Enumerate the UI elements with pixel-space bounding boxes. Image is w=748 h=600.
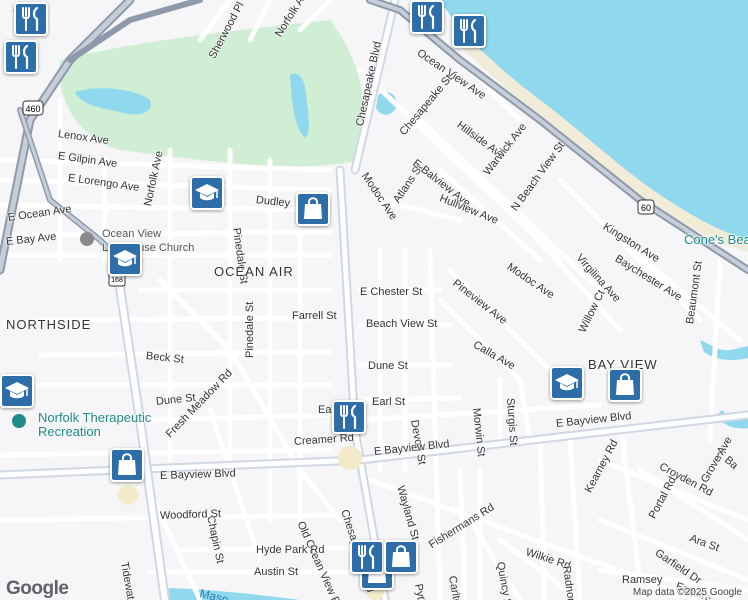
shopping-icon [302, 197, 324, 221]
shopping-icon [116, 453, 138, 477]
google-logo: Google [6, 578, 69, 599]
shopping-marker[interactable] [110, 448, 144, 482]
neighborhood-ocean-air: OCEAN AIR [214, 264, 294, 279]
restaurant-marker[interactable] [332, 400, 366, 434]
school-icon [4, 380, 30, 402]
street-label: Woodford St [159, 507, 222, 522]
restaurant-icon [458, 19, 480, 43]
school-icon [194, 182, 220, 204]
street-label: Austin St [254, 566, 299, 578]
school-marker[interactable] [190, 176, 224, 210]
restaurant-marker[interactable] [4, 40, 38, 74]
mason-creek [160, 588, 300, 600]
shopping-marker[interactable] [384, 540, 418, 574]
restaurant-marker[interactable] [410, 0, 444, 34]
street-label: Earl St [372, 396, 406, 408]
street-label: Beach View St [366, 318, 438, 330]
us-route-shield: 460 [22, 100, 44, 116]
recreation-icon[interactable] [12, 414, 26, 428]
street-label: Farrell St [292, 310, 337, 322]
us460-number: 460 [25, 104, 40, 114]
us60-number: 60 [641, 203, 651, 213]
shopping-marker[interactable] [296, 192, 330, 226]
restaurant-icon [356, 545, 378, 569]
church-icon[interactable] [80, 232, 94, 246]
shopping-icon [390, 545, 412, 569]
map-base-layer [0, 0, 748, 600]
map-attribution[interactable]: Map data ©2025 Google [630, 587, 744, 598]
restaurant-icon [338, 405, 360, 429]
restaurant-icon [20, 7, 42, 31]
restaurant-icon [10, 45, 32, 69]
map-canvas[interactable]: Sherwood Pl Norfolk Ave Chesapeake Blvd … [0, 0, 748, 600]
poi-recreation-name[interactable]: Norfolk Therapeutic [38, 410, 151, 425]
shopping-marker[interactable] [608, 368, 642, 402]
poi-beach-name[interactable]: Cone's Bea [684, 232, 748, 247]
school-icon [554, 372, 580, 394]
restaurant-icon [416, 5, 438, 29]
school-marker[interactable] [0, 374, 34, 408]
poi-church-name[interactable]: Ocean View [102, 228, 161, 240]
r168-number: 168 [111, 277, 123, 284]
restaurant-marker[interactable] [14, 2, 48, 36]
poi-recreation-name[interactable]: Recreation [38, 424, 101, 439]
creek [700, 340, 748, 360]
street-label: E Chester St [360, 286, 423, 298]
shopping-icon [614, 373, 636, 397]
neighborhood-northside: NORTHSIDE [6, 317, 92, 332]
school-marker[interactable] [550, 366, 584, 400]
school-icon [112, 248, 138, 270]
us-route-shield: 60 [637, 199, 655, 215]
street-label: Dune St [368, 360, 408, 372]
restaurant-marker[interactable] [350, 540, 384, 574]
street-label: Hyde Park Rd [256, 544, 325, 556]
shopping-area-1 [338, 446, 362, 470]
bay-water [440, 0, 748, 240]
street-label: Ramsey [622, 574, 663, 586]
restaurant-marker[interactable] [452, 14, 486, 48]
shopping-area-2 [118, 485, 138, 505]
school-marker[interactable] [108, 242, 142, 276]
street-label: Pinedale St [244, 301, 256, 358]
